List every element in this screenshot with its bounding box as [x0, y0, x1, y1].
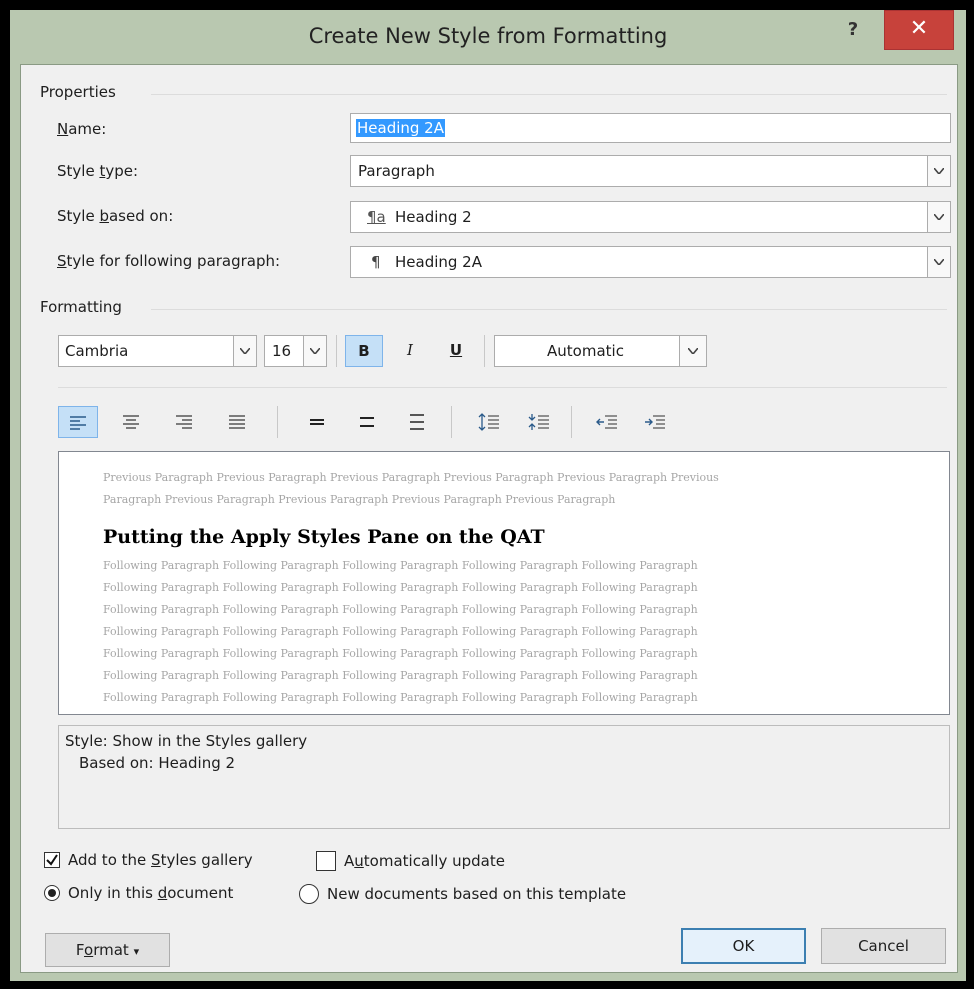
- bold-button[interactable]: B: [345, 335, 383, 367]
- align-left-button[interactable]: [58, 406, 98, 438]
- increase-paragraph-spacing-button[interactable]: [469, 406, 509, 438]
- font-size-select[interactable]: 16: [264, 335, 327, 367]
- new-documents-option[interactable]: New documents based on this template: [299, 884, 626, 904]
- toolbar-separator: [451, 406, 452, 438]
- italic-button[interactable]: I: [391, 335, 429, 367]
- title-bar[interactable]: Create New Style from Formatting ? ✕: [10, 10, 966, 64]
- following-paragraph-line: Following Paragraph Following Paragraph …: [103, 669, 698, 682]
- dialog-body: Properties Name: Heading 2A Style type: …: [20, 64, 958, 973]
- following-paragraph-label: Style for following paragraph:: [57, 252, 281, 270]
- justify-icon: [229, 415, 245, 429]
- auto-update-checkbox[interactable]: [316, 851, 336, 871]
- underline-button[interactable]: U: [437, 335, 475, 367]
- decrease-indent-button[interactable]: [587, 406, 627, 438]
- based-on-value: Heading 2: [395, 208, 472, 226]
- font-name-select[interactable]: Cambria: [58, 335, 257, 367]
- chevron-down-icon[interactable]: [679, 336, 706, 366]
- linked-style-icon: ¶a: [367, 208, 386, 226]
- based-on-select[interactable]: ¶a Heading 2: [350, 201, 951, 233]
- previous-paragraph-line: Paragraph Previous Paragraph Previous Pa…: [103, 493, 616, 506]
- based-on-label: Style based on:: [57, 207, 174, 225]
- style-type-label: Style type:: [57, 162, 139, 180]
- auto-update-label: Automatically update: [344, 852, 505, 870]
- previous-paragraph-line: Previous Paragraph Previous Paragraph Pr…: [103, 471, 719, 484]
- following-paragraph-line: Following Paragraph Following Paragraph …: [103, 647, 698, 660]
- align-right-icon: [176, 415, 192, 429]
- only-this-document-option[interactable]: Only in this document: [44, 884, 233, 902]
- following-paragraph-line: Following Paragraph Following Paragraph …: [103, 625, 698, 638]
- dialog-window: Create New Style from Formatting ? ✕ Pro…: [10, 10, 966, 981]
- chevron-down-icon[interactable]: [927, 247, 950, 277]
- properties-section-label: Properties: [40, 83, 116, 101]
- following-paragraph-line: Following Paragraph Following Paragraph …: [103, 559, 698, 572]
- one-half-spacing-icon: [360, 417, 374, 427]
- following-paragraph-line: Following Paragraph Following Paragraph …: [103, 581, 698, 594]
- following-paragraph-value: Heading 2A: [395, 253, 482, 271]
- style-description: Style: Show in the Styles gallery Based …: [58, 725, 950, 829]
- add-to-gallery-label: Add to the Styles gallery: [68, 851, 253, 869]
- following-paragraph-line: Following Paragraph Following Paragraph …: [103, 603, 698, 616]
- style-type-value: Paragraph: [358, 162, 435, 180]
- double-spacing-icon: [410, 414, 424, 430]
- toolbar-separator: [571, 406, 572, 438]
- single-spacing-button[interactable]: [297, 406, 337, 438]
- toolbar-separator: [277, 406, 278, 438]
- format-menu-button[interactable]: Format ▾: [45, 933, 170, 967]
- description-line: Based on: Heading 2: [79, 754, 236, 772]
- name-field[interactable]: Heading 2A: [350, 113, 951, 143]
- font-name-value: Cambria: [65, 342, 129, 360]
- style-preview-pane: Previous Paragraph Previous Paragraph Pr…: [58, 451, 950, 715]
- following-paragraph-line: Following Paragraph Following Paragraph …: [103, 691, 698, 704]
- ok-button[interactable]: OK: [681, 928, 806, 964]
- font-color-select[interactable]: Automatic: [494, 335, 707, 367]
- description-line: Style: Show in the Styles gallery: [65, 732, 308, 750]
- paragraph-mark-icon: ¶: [371, 253, 381, 271]
- properties-divider: [151, 94, 947, 95]
- only-this-document-label: Only in this document: [68, 884, 234, 902]
- one-half-spacing-button[interactable]: [347, 406, 387, 438]
- name-label: Name:: [57, 120, 107, 138]
- font-size-value: 16: [272, 342, 292, 360]
- auto-update-option[interactable]: Automatically update: [316, 851, 505, 871]
- cancel-button[interactable]: Cancel: [821, 928, 946, 964]
- decrease-paragraph-spacing-button[interactable]: [519, 406, 559, 438]
- chevron-down-icon[interactable]: [303, 336, 326, 366]
- preview-heading: Putting the Apply Styles Pane on the QAT: [103, 526, 545, 548]
- toolbar-divider: [58, 387, 947, 388]
- add-to-gallery-option[interactable]: Add to the Styles gallery: [44, 851, 253, 869]
- new-documents-label: New documents based on this template: [327, 885, 627, 903]
- only-this-document-radio[interactable]: [44, 885, 60, 901]
- new-documents-radio[interactable]: [299, 884, 319, 904]
- increase-indent-button[interactable]: [635, 406, 675, 438]
- chevron-down-icon[interactable]: [927, 156, 950, 186]
- add-to-gallery-checkbox[interactable]: [44, 852, 60, 868]
- align-left-icon: [70, 416, 86, 430]
- chevron-down-icon[interactable]: [233, 336, 256, 366]
- toolbar-separator: [336, 335, 337, 367]
- decrease-indent-icon: [596, 415, 617, 429]
- dropdown-arrow-icon: ▾: [133, 945, 140, 958]
- toolbar-separator: [484, 335, 485, 367]
- formatting-section-label: Formatting: [40, 298, 122, 316]
- help-button[interactable]: ?: [836, 16, 870, 44]
- decrease-paragraph-spacing-icon: [528, 414, 549, 430]
- close-button[interactable]: ✕: [884, 10, 954, 50]
- align-right-button[interactable]: [164, 406, 204, 438]
- style-type-select[interactable]: Paragraph: [350, 155, 951, 187]
- justify-button[interactable]: [217, 406, 257, 438]
- increase-paragraph-spacing-icon: [478, 413, 499, 431]
- double-spacing-button[interactable]: [397, 406, 437, 438]
- single-spacing-icon: [310, 419, 324, 425]
- formatting-divider: [151, 309, 947, 310]
- chevron-down-icon[interactable]: [927, 202, 950, 232]
- following-paragraph-select[interactable]: ¶ Heading 2A: [350, 246, 951, 278]
- name-field-value: Heading 2A: [356, 119, 445, 137]
- font-color-value: Automatic: [547, 342, 624, 360]
- increase-indent-icon: [645, 415, 665, 429]
- align-center-button[interactable]: [111, 406, 151, 438]
- dialog-title: Create New Style from Formatting: [308, 24, 668, 48]
- align-center-icon: [123, 415, 139, 429]
